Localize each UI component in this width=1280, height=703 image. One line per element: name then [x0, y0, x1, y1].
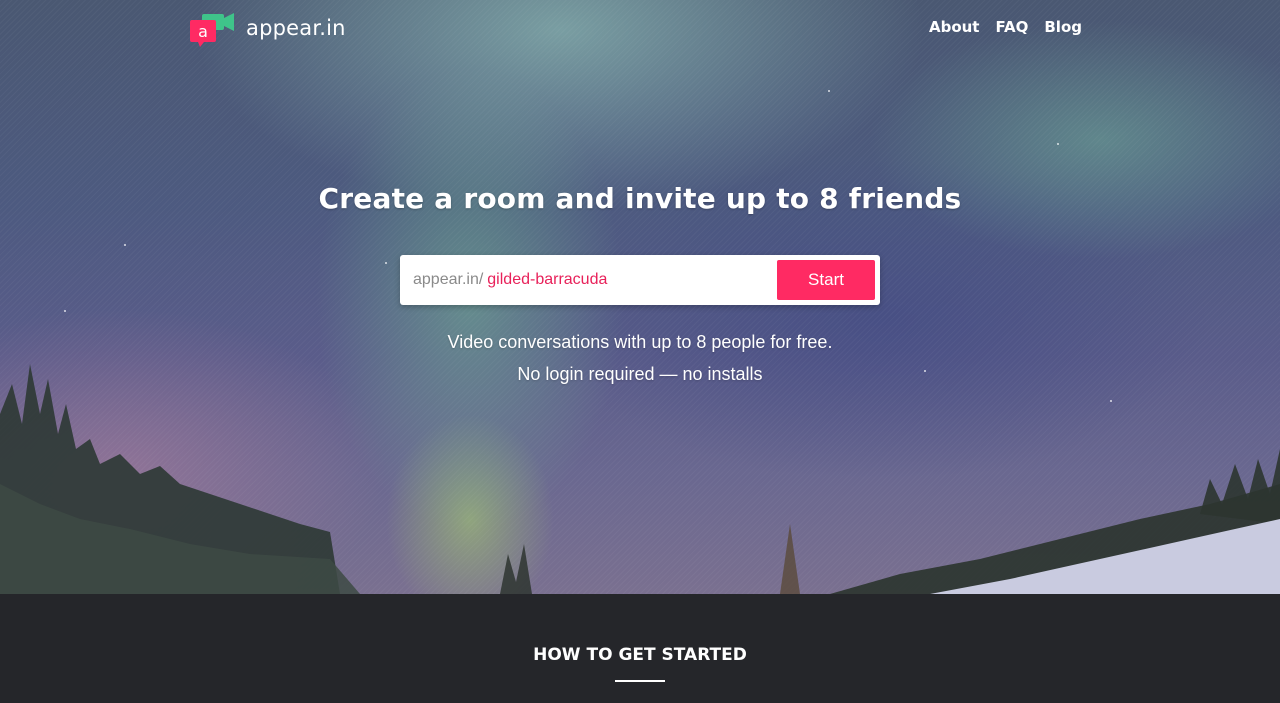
section-divider — [615, 680, 665, 682]
top-nav: About FAQ Blog — [929, 18, 1082, 36]
star — [124, 244, 126, 246]
star — [828, 90, 830, 92]
star — [385, 262, 387, 264]
logo-icon: a — [190, 12, 236, 48]
svg-text:a: a — [198, 22, 208, 41]
nav-about-link[interactable]: About — [929, 18, 980, 36]
start-button[interactable]: Start — [777, 260, 875, 300]
create-room-form: appear.in/ Start — [400, 255, 880, 305]
room-url-prefix: appear.in/ — [413, 271, 484, 288]
hero-headline: Create a room and invite up to 8 friends — [318, 182, 962, 215]
brand-logo[interactable]: a appear.in — [190, 12, 346, 48]
tagline-primary: Video conversations with up to 8 people … — [447, 332, 833, 352]
section-title: HOW TO GET STARTED — [533, 645, 747, 665]
star — [1057, 143, 1059, 145]
tagline-secondary: No login required — no installs — [517, 364, 763, 384]
nav-faq-link[interactable]: FAQ — [995, 18, 1028, 36]
forest-landscape — [0, 364, 1280, 594]
room-name-input[interactable] — [483, 265, 777, 295]
how-to-section: HOW TO GET STARTED — [0, 594, 1280, 703]
brand-name: appear.in — [246, 16, 346, 40]
star — [64, 310, 66, 312]
nav-blog-link[interactable]: Blog — [1044, 18, 1082, 36]
